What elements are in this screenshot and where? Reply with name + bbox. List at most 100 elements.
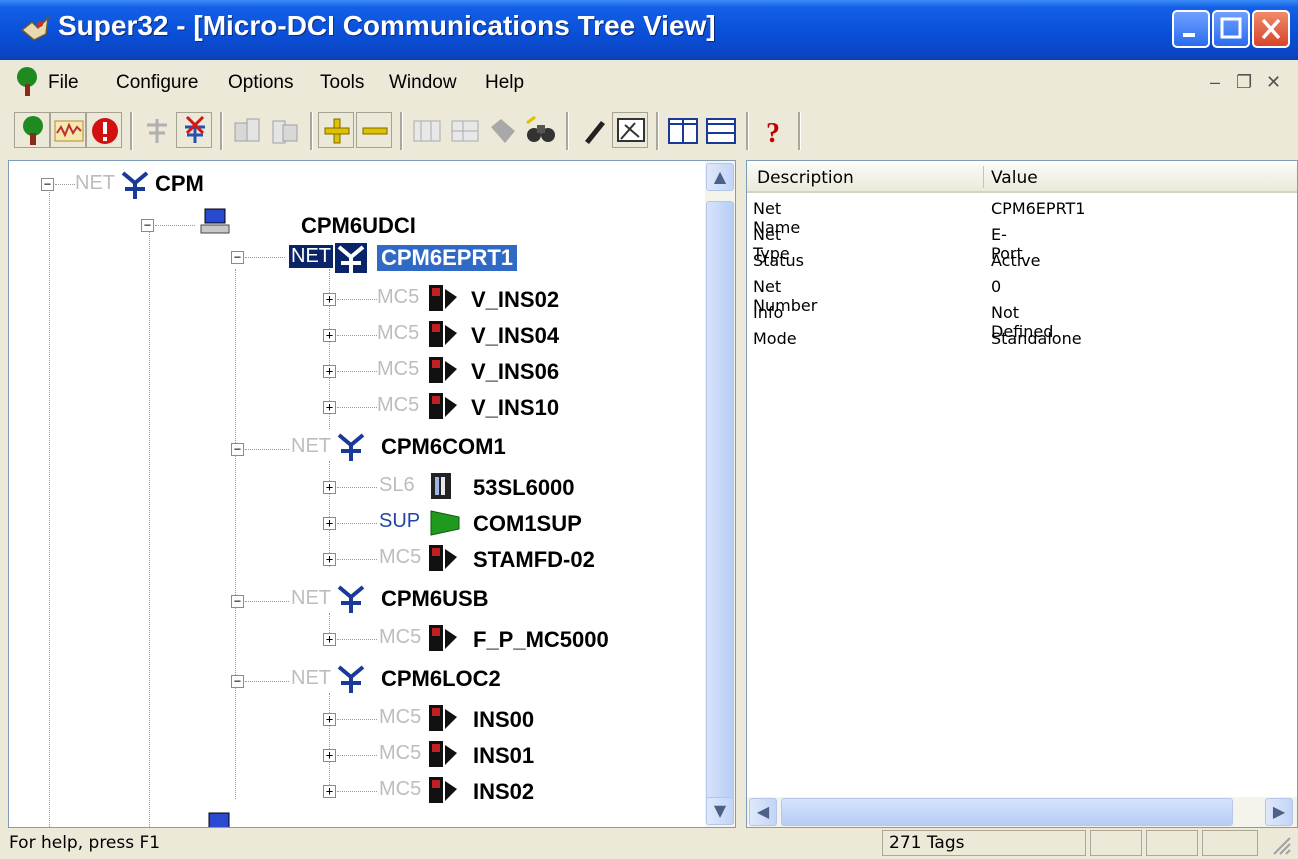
expand-toggle[interactable]: + xyxy=(323,293,336,306)
upload-disabled-icon xyxy=(234,118,260,142)
tree-node-net-cpm6eprt1[interactable]: − NET CPM6EPRT1 xyxy=(9,241,609,275)
tree-node-v-ins06[interactable]: + MC5 V_INS06 xyxy=(9,353,609,387)
tag-button[interactable] xyxy=(484,112,520,148)
mdi-close-icon[interactable]: ✕ xyxy=(1266,72,1281,93)
trend-button[interactable] xyxy=(50,112,86,148)
node-label[interactable]: COM1SUP xyxy=(473,511,582,537)
tree-node-53sl6000[interactable]: + SL6 53SL6000 xyxy=(9,469,609,503)
node-label[interactable]: INS02 xyxy=(473,779,534,805)
display-button[interactable] xyxy=(612,112,648,148)
node-label[interactable]: CPM6UDCI xyxy=(301,213,416,239)
collapse-toggle[interactable]: − xyxy=(231,443,244,456)
collapse-button[interactable] xyxy=(356,112,392,148)
tree-node-net-cpm6loc2[interactable]: − NET CPM6LOC2 xyxy=(9,661,609,695)
tree-node-host[interactable]: − CPM6UDCI xyxy=(9,205,509,239)
tree-doc-icon[interactable] xyxy=(12,66,42,98)
expand-toggle[interactable]: + xyxy=(323,481,336,494)
node-label[interactable]: V_INS06 xyxy=(471,359,559,385)
scroll-left-button[interactable]: ◀ xyxy=(749,798,777,826)
expand-toggle[interactable]: + xyxy=(323,553,336,566)
tree-pane[interactable]: − NET CPM − CPM6UDCI − NET CPM6EPRT1 + M… xyxy=(8,160,736,828)
expand-toggle[interactable]: + xyxy=(323,633,336,646)
scroll-right-button[interactable]: ▶ xyxy=(1265,798,1293,826)
minimize-button[interactable] xyxy=(1172,10,1210,48)
collapse-toggle[interactable]: − xyxy=(231,595,244,608)
expand-toggle[interactable]: + xyxy=(323,749,336,762)
tree-node-ins02[interactable]: + MC5 INS02 xyxy=(9,773,609,807)
close-button[interactable] xyxy=(1252,10,1290,48)
edit-button[interactable] xyxy=(574,112,610,148)
alarm-button[interactable] xyxy=(86,112,122,148)
scroll-thumb[interactable] xyxy=(781,798,1233,826)
column-header-description[interactable]: Description xyxy=(757,168,854,188)
node-label[interactable]: V_INS04 xyxy=(471,323,559,349)
tree-node-v-ins04[interactable]: + MC5 V_INS04 xyxy=(9,317,609,351)
expand-toggle[interactable]: + xyxy=(323,401,336,414)
properties-pane[interactable]: Description Value Net Name CPM6EPRT1 Net… xyxy=(746,160,1298,828)
split-horizontal-button[interactable] xyxy=(702,112,738,148)
node-label-selected[interactable]: CPM6EPRT1 xyxy=(377,245,518,271)
column-header-value[interactable]: Value xyxy=(991,168,1038,188)
expand-button[interactable] xyxy=(318,112,354,148)
split-b-button[interactable] xyxy=(446,112,482,148)
collapse-toggle[interactable]: − xyxy=(41,178,54,191)
menu-file[interactable]: File xyxy=(48,72,79,94)
menu-help[interactable]: Help xyxy=(485,72,524,94)
tree-node-net-cpm6com1[interactable]: − NET CPM6COM1 xyxy=(9,429,609,463)
app-icon[interactable] xyxy=(18,12,52,46)
find-button[interactable] xyxy=(522,112,558,148)
node-label[interactable]: STAMFD-02 xyxy=(473,547,595,573)
resize-grip-icon[interactable] xyxy=(1270,834,1292,856)
help-button[interactable]: ? xyxy=(754,112,790,149)
node-label[interactable]: CPM6USB xyxy=(381,586,489,612)
mdi-minimize-icon[interactable]: – xyxy=(1210,72,1220,93)
expand-toggle[interactable]: + xyxy=(323,713,336,726)
tree-node-v-ins02[interactable]: + MC5 V_INS02 xyxy=(9,281,609,315)
list-horizontal-scrollbar[interactable]: ◀ ▶ xyxy=(747,797,1297,827)
maximize-button[interactable] xyxy=(1212,10,1250,48)
menu-window[interactable]: Window xyxy=(389,72,457,94)
columns-icon xyxy=(668,118,698,144)
tree-vertical-scrollbar[interactable]: ▲ ▼ xyxy=(705,161,735,827)
node-label[interactable]: V_INS02 xyxy=(471,287,559,313)
menu-options[interactable]: Options xyxy=(228,72,293,94)
expand-toggle[interactable]: + xyxy=(323,329,336,342)
tree-node-ins01[interactable]: + MC5 INS01 xyxy=(9,737,609,771)
tree-node-stamfd-02[interactable]: + MC5 STAMFD-02 xyxy=(9,541,609,575)
collapse-toggle[interactable]: − xyxy=(231,251,244,264)
menu-tools[interactable]: Tools xyxy=(320,72,364,94)
expand-toggle[interactable]: + xyxy=(323,365,336,378)
split-vertical-button[interactable] xyxy=(664,112,700,148)
node-type-tag: NET xyxy=(75,172,115,194)
node-label[interactable]: CPM6LOC2 xyxy=(381,666,501,692)
scroll-down-button[interactable]: ▼ xyxy=(706,797,734,825)
tree-node-net-cpm6usb[interactable]: − NET CPM6USB xyxy=(9,581,609,615)
node-label[interactable]: CPM6COM1 xyxy=(381,434,506,460)
node-label[interactable]: INS01 xyxy=(473,743,534,769)
split-a-button[interactable] xyxy=(408,112,444,148)
node-label[interactable]: 53SL6000 xyxy=(473,475,575,501)
node-label[interactable]: INS00 xyxy=(473,707,534,733)
tree-node-f-p-mc5000[interactable]: + MC5 F_P_MC5000 xyxy=(9,621,609,655)
binoculars-icon xyxy=(526,115,555,142)
mdi-restore-icon[interactable]: ❐ xyxy=(1236,72,1252,93)
disconnect-button[interactable] xyxy=(176,112,212,148)
download-button[interactable] xyxy=(266,112,302,148)
upload-button[interactable] xyxy=(228,112,264,148)
expand-toggle[interactable]: + xyxy=(323,785,336,798)
node-label[interactable]: CPM xyxy=(155,171,204,197)
tree-node-v-ins10[interactable]: + MC5 V_INS10 xyxy=(9,389,609,423)
tree-node-ins00[interactable]: + MC5 INS00 xyxy=(9,701,609,735)
node-label[interactable]: F_P_MC5000 xyxy=(473,627,609,653)
scroll-up-button[interactable]: ▲ xyxy=(706,163,734,191)
expand-toggle[interactable]: + xyxy=(323,517,336,530)
collapse-toggle[interactable]: − xyxy=(231,675,244,688)
tree-view-button[interactable] xyxy=(14,112,50,148)
scroll-thumb[interactable] xyxy=(706,201,734,801)
tree-node-root[interactable]: − NET CPM xyxy=(9,169,409,203)
collapse-toggle[interactable]: − xyxy=(141,219,154,232)
connect-button[interactable] xyxy=(138,112,174,148)
menu-configure[interactable]: Configure xyxy=(116,72,198,94)
node-label[interactable]: V_INS10 xyxy=(471,395,559,421)
tree-node-com1sup[interactable]: + SUP COM1SUP xyxy=(9,505,609,539)
